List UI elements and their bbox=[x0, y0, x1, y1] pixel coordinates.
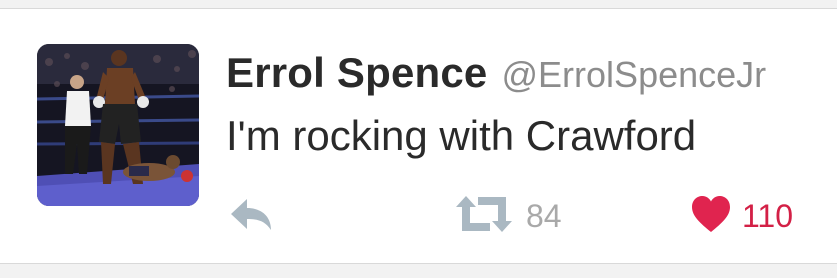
author-handle[interactable]: @ErrolSpenceJr bbox=[502, 54, 767, 95]
tweet-text: I'm rocking with Crawford bbox=[226, 112, 697, 159]
heart-icon bbox=[690, 194, 732, 239]
retweet-count: 84 bbox=[526, 197, 562, 234]
avatar-photo bbox=[37, 44, 199, 206]
retweet-icon bbox=[452, 193, 516, 240]
author-name[interactable]: Errol Spence bbox=[226, 49, 488, 96]
reply-button[interactable] bbox=[227, 193, 275, 239]
retweet-button[interactable]: 84 bbox=[452, 193, 562, 239]
reply-icon bbox=[227, 194, 275, 239]
avatar[interactable] bbox=[37, 44, 199, 206]
tweet-header: Errol Spence @ErrolSpenceJr bbox=[226, 45, 766, 111]
like-count: 110 bbox=[742, 197, 794, 234]
like-button[interactable]: 110 bbox=[690, 193, 793, 239]
tweet-card: Errol Spence @ErrolSpenceJr I'm rocking w… bbox=[0, 8, 837, 264]
